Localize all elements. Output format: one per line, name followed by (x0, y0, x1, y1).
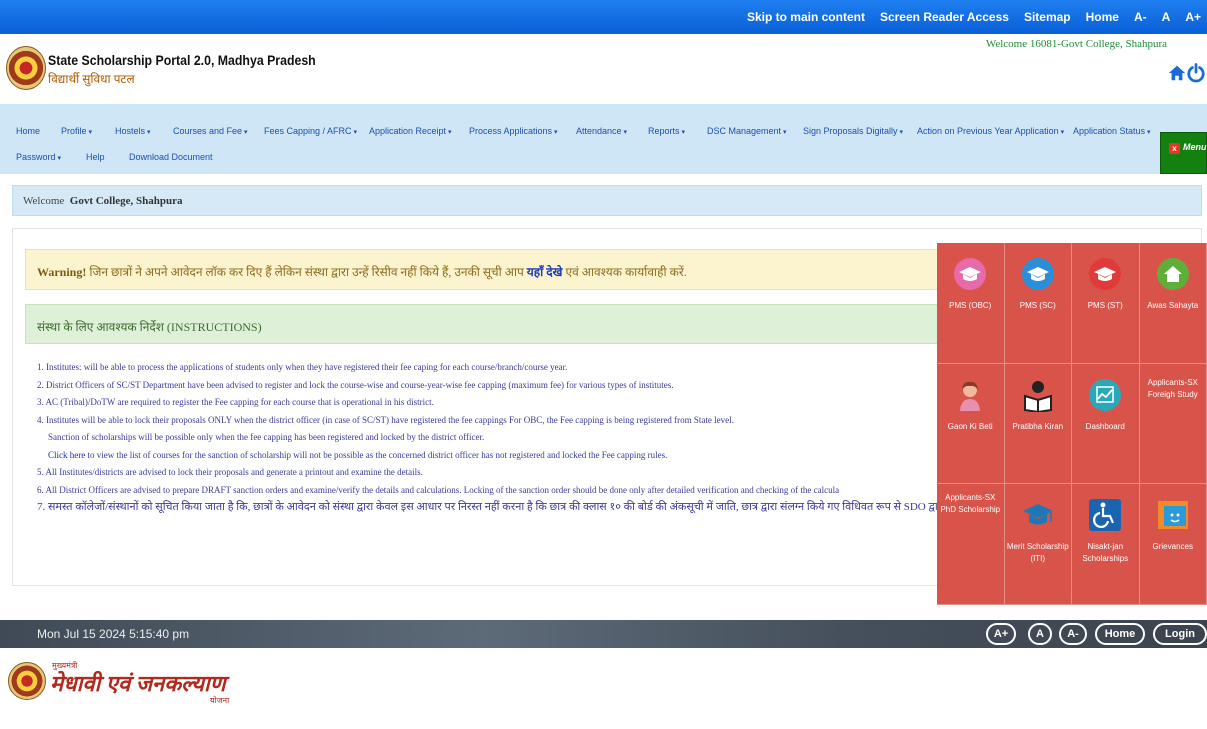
scheme-menu-panel: PMS (OBC) PMS (SC) PMS (ST) Awas Sahayta… (937, 243, 1207, 605)
scheme-tile-awas-sahayta[interactable]: Awas Sahayta (1139, 243, 1207, 364)
scheme-tile-dashboard[interactable]: Dashboard (1072, 363, 1140, 485)
nav-hostels[interactable]: Hostels ▾ (115, 126, 151, 136)
view-list-link[interactable]: यहाँ देखे (527, 265, 563, 279)
footer-font-decrease-button[interactable]: A- (1059, 623, 1087, 645)
menu-label: Menu (1183, 142, 1207, 152)
logout-power-icon[interactable] (1187, 63, 1205, 83)
instruction-line: 4. Institutes will be able to lock their… (37, 414, 734, 425)
institute-name: Govt College, Shahpura (69, 195, 183, 207)
brand-name: मेधावी एवं जनकल्याण (50, 671, 226, 696)
scheme-label: PMS (SC) (1019, 301, 1056, 310)
scheme-tile-pms-sc[interactable]: PMS (SC) (1004, 243, 1072, 364)
footer-font-increase-button[interactable]: A+ (986, 623, 1016, 645)
chart-icon (1089, 378, 1122, 411)
font-normal-link[interactable]: A (1162, 10, 1171, 24)
nav-application-receipt[interactable]: Application Receipt ▾ (369, 126, 452, 136)
nav-sign-proposals[interactable]: Sign Proposals Digitally ▾ (803, 126, 903, 136)
scheme-label: PMS (OBC) (949, 301, 992, 310)
current-datetime: Mon Jul 15 2024 5:15:40 pm (37, 627, 190, 641)
graduation-cap-red-icon (1089, 258, 1122, 290)
reading-girl-icon (1023, 380, 1052, 412)
instruction-line: 2. District Officers of SC/ST Department… (37, 379, 674, 390)
site-header: State Scholarship Portal 2.0, Madhya Pra… (0, 34, 1207, 104)
welcome-user-text: Welcome 16081-Govt College, Shahpura (985, 38, 1167, 50)
brand-suffix: योजना (210, 696, 230, 705)
nav-attendance[interactable]: Attendance ▾ (576, 126, 627, 136)
scheme-tile-merit-iti[interactable]: Merit Scholarship (ITI) (1004, 484, 1072, 605)
footer-bar: Mon Jul 15 2024 5:15:40 pm A+ A A- Home … (0, 620, 1207, 648)
scheme-label: Nisakt-jan Scholarships (1082, 542, 1129, 564)
sitemap-link[interactable]: Sitemap (1024, 10, 1071, 24)
main-navigation: Home Profile ▾ Hostels ▾ Courses and Fee ▾ … (0, 104, 1207, 174)
scheme-tile-grievances[interactable]: Grievances (1139, 484, 1207, 605)
nav-fees-capping[interactable]: Fees Capping / AFRC ▾ (264, 126, 357, 136)
grievance-icon (1157, 501, 1188, 530)
top-links: Skip to main content Screen Reader Acces… (732, 0, 1201, 34)
instruction-line: 3. AC (Tribal)/DoTW are required to regi… (37, 397, 434, 407)
scheme-tile-nisakt-jan[interactable]: Nisakt-jan Scholarships (1072, 484, 1140, 605)
screen-reader-link[interactable]: Screen Reader Access (880, 10, 1009, 24)
site-title: State Scholarship Portal 2.0, Madhya Pra… (48, 52, 316, 68)
menu-toggle-button[interactable]: x Menu (1160, 132, 1207, 174)
click-here-link[interactable]: Click here (48, 450, 85, 460)
nav-process-applications[interactable]: Process Applications ▾ (469, 126, 558, 136)
top-accessibility-bar: Skip to main content Screen Reader Acces… (0, 0, 1207, 34)
home-icon[interactable] (1168, 64, 1186, 82)
footer-login-button[interactable]: Login (1153, 623, 1207, 645)
nav-previous-year-action[interactable]: Action on Previous Year Application ▾ (917, 126, 1064, 136)
instruction-line: 7. समस्त कॉलेजों/संस्थानों को सूचित किया… (37, 501, 957, 513)
mortarboard-icon (1022, 504, 1053, 525)
welcome-bar-text: Welcome Govt College, Shahpura (23, 195, 183, 207)
girl-icon (960, 381, 981, 411)
scheme-label: Grievances (1152, 542, 1193, 552)
house-icon (1156, 258, 1189, 290)
graduation-cap-pink-icon (954, 258, 987, 290)
scheme-tile-gaon-ki-beti[interactable]: Gaon Ki Beti (937, 363, 1005, 485)
home-link[interactable]: Home (1086, 10, 1119, 24)
instruction-line: 5. All Institutes/districts are advised … (37, 467, 423, 477)
scheme-label: Pratibha Kiran (1012, 421, 1064, 431)
scheme-label: Dashboard (1085, 421, 1125, 431)
instruction-line: 1. Institutes: will be able to process t… (37, 362, 568, 372)
scheme-tile-pms-st[interactable]: PMS (ST) (1072, 243, 1140, 364)
skip-to-main-link[interactable]: Skip to main content (747, 10, 865, 24)
scheme-tile-pms-obc[interactable]: PMS (OBC) (937, 243, 1005, 364)
nav-download-document[interactable]: Download Document (129, 152, 213, 162)
close-icon: x (1169, 143, 1180, 154)
warning-label: Warning! (37, 265, 87, 279)
site-subtitle: विद्यार्थी सुविधा पटल (48, 72, 135, 86)
scheme-tile-pratibha-kiran[interactable]: Pratibha Kiran (1004, 363, 1072, 485)
font-increase-link[interactable]: A+ (1185, 10, 1201, 24)
graduation-cap-blue-icon (1021, 258, 1054, 290)
nav-application-status[interactable]: Application Status ▾ (1073, 126, 1151, 136)
instruction-line: Sanction of scholarships will be possibl… (48, 432, 485, 442)
instruction-line: 6. All District Officers are advised to … (37, 484, 840, 495)
scheme-label: Merit Scholarship (ITI) (1006, 542, 1069, 564)
scheme-label: Applicants-SX PhD Scholarship (940, 493, 1001, 515)
scheme-label: Gaon Ki Beti (947, 421, 993, 431)
instruction-line: Click here to view the list of courses f… (48, 449, 668, 460)
scheme-label: PMS (ST) (1087, 301, 1123, 310)
scheme-label: Applicants-SX Foreigh Study (1147, 377, 1198, 399)
nav-reports[interactable]: Reports ▾ (648, 126, 685, 136)
nav-profile[interactable]: Profile ▾ (61, 126, 92, 136)
nav-password[interactable]: Password ▾ (16, 152, 61, 162)
mp-emblem-logo (6, 46, 46, 90)
nav-help[interactable]: Help (86, 152, 105, 162)
mp-emblem-logo-bottom (8, 662, 46, 700)
instructions-heading: संस्था के लिए आवश्यक निर्देश (INSTRUCTIO… (37, 320, 262, 334)
scheme-label: Awas Sahayta (1147, 301, 1199, 310)
welcome-bar: Welcome Govt College, Shahpura (12, 185, 1202, 216)
nav-dsc-management[interactable]: DSC Management ▾ (707, 126, 787, 136)
scheme-tile-foreign-study[interactable]: Applicants-SX Foreigh Study (1139, 363, 1207, 485)
warning-text: Warning! जिन छात्रों ने अपने आवेदन लॉक क… (37, 265, 687, 279)
nav-courses-and-fee[interactable]: Courses and Fee ▾ (173, 126, 248, 136)
footer-font-normal-button[interactable]: A (1028, 623, 1052, 645)
nav-home[interactable]: Home (16, 126, 40, 136)
font-decrease-link[interactable]: A- (1134, 10, 1147, 24)
instructions-list: 1. Institutes: will be able to process t… (37, 359, 957, 517)
footer-home-button[interactable]: Home (1095, 623, 1145, 645)
wheelchair-icon (1089, 499, 1122, 532)
scheme-tile-phd-scholarship[interactable]: Applicants-SX PhD Scholarship (937, 484, 1005, 605)
